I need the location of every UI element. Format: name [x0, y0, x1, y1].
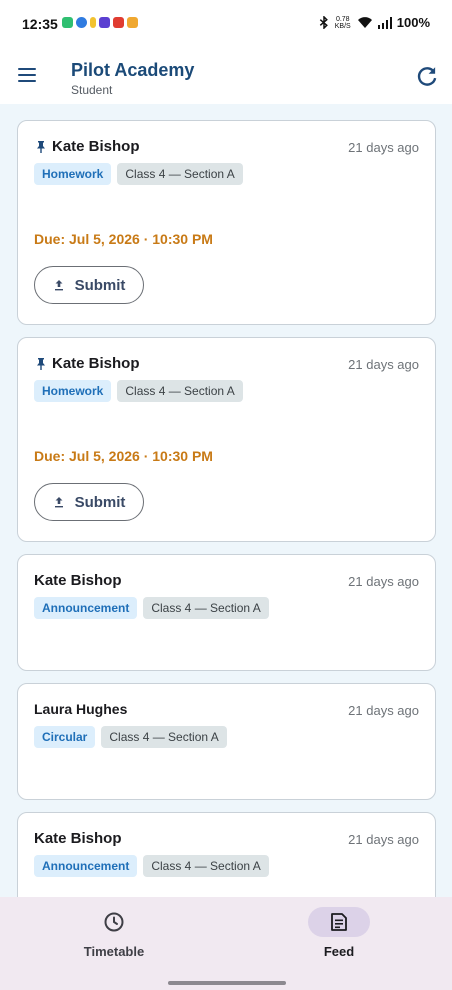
type-tag: Announcement [34, 597, 138, 619]
network-speed-unit: KB/S [334, 22, 351, 30]
due-date: Due: Jul 5, 2026 · 10:30 PM [34, 231, 213, 247]
upload-icon [54, 497, 63, 508]
app-subtitle: Student [71, 83, 113, 97]
card-author: Laura Hughes [34, 701, 127, 717]
notification-icons [62, 17, 138, 28]
card-timestamp: 21 days ago [348, 832, 419, 847]
card-timestamp: 21 days ago [348, 140, 419, 155]
status-time: 12:35 [22, 16, 58, 32]
nav-label-feed: Feed [323, 944, 355, 959]
type-tag: Homework [34, 163, 112, 185]
app-title: Pilot Academy [71, 60, 195, 80]
feed-card[interactable]: Laura Hughes 21 days ago Circular Class … [17, 683, 436, 800]
signal-icon [377, 16, 392, 29]
class-tag: Class 4 — Section A [143, 597, 269, 619]
pin-icon [37, 357, 45, 370]
nav-item-timetable[interactable]: Timetable [64, 907, 164, 959]
type-tag: Circular [34, 726, 96, 748]
class-tag: Class 4 — Section A [117, 380, 243, 402]
class-tag: Class 4 — Section A [117, 163, 243, 185]
submit-label: Submit [74, 276, 126, 294]
feed-list[interactable]: Kate Bishop 21 days ago Homework Class 4… [0, 104, 452, 897]
card-author: Kate Bishop [34, 572, 122, 589]
card-timestamp: 21 days ago [348, 357, 419, 372]
refresh-icon[interactable] [414, 64, 440, 90]
class-tag: Class 4 — Section A [101, 726, 227, 748]
bottom-navigation: Timetable Feed [0, 897, 452, 990]
card-author-name: Kate Bishop [52, 138, 140, 155]
card-timestamp: 21 days ago [348, 703, 419, 718]
menu-icon[interactable] [14, 64, 42, 88]
wifi-icon [357, 17, 372, 28]
network-speed-value: 0.78 [335, 15, 350, 23]
notification-app-icon [113, 17, 124, 28]
notification-app-icon [90, 17, 96, 28]
card-author-name: Kate Bishop [52, 355, 140, 372]
feed-icon [331, 913, 347, 931]
card-author: Kate Bishop [34, 138, 140, 155]
notification-app-icon [99, 17, 110, 28]
bluetooth-icon [319, 16, 328, 29]
clock-icon [104, 912, 124, 932]
card-author-name: Laura Hughes [34, 701, 128, 717]
battery-level: 100% [396, 15, 430, 30]
type-tag: Homework [34, 380, 112, 402]
submit-label: Submit [74, 493, 126, 511]
upload-icon [54, 280, 63, 291]
feed-card[interactable]: Kate Bishop 21 days ago Announcement Cla… [17, 812, 436, 897]
feed-card[interactable]: Kate Bishop 21 days ago Homework Class 4… [17, 120, 436, 325]
notification-app-icon [127, 17, 138, 28]
notification-app-icon [76, 17, 87, 28]
due-date: Due: Jul 5, 2026 · 10:30 PM [34, 448, 213, 464]
card-author: Kate Bishop [34, 355, 140, 372]
feed-card[interactable]: Kate Bishop 21 days ago Announcement Cla… [17, 554, 436, 671]
app-bar: Pilot Academy Student [0, 48, 452, 104]
submit-button[interactable]: Submit [34, 266, 144, 304]
nav-label-timetable: Timetable [83, 944, 145, 959]
card-author-name: Kate Bishop [34, 830, 122, 847]
card-author: Kate Bishop [34, 830, 122, 847]
submit-button[interactable]: Submit [34, 483, 144, 521]
card-author-name: Kate Bishop [34, 572, 122, 589]
home-indicator[interactable] [168, 981, 286, 985]
pin-icon [37, 140, 45, 153]
status-bar: 12:35 0.78 KB/S 100% [0, 0, 452, 48]
class-tag: Class 4 — Section A [143, 855, 269, 877]
card-timestamp: 21 days ago [348, 574, 419, 589]
feed-card[interactable]: Kate Bishop 21 days ago Homework Class 4… [17, 337, 436, 542]
network-speed: 0.78 KB/S [334, 16, 352, 30]
nav-item-feed[interactable]: Feed [289, 907, 389, 959]
type-tag: Announcement [34, 855, 138, 877]
notification-app-icon [62, 17, 73, 28]
